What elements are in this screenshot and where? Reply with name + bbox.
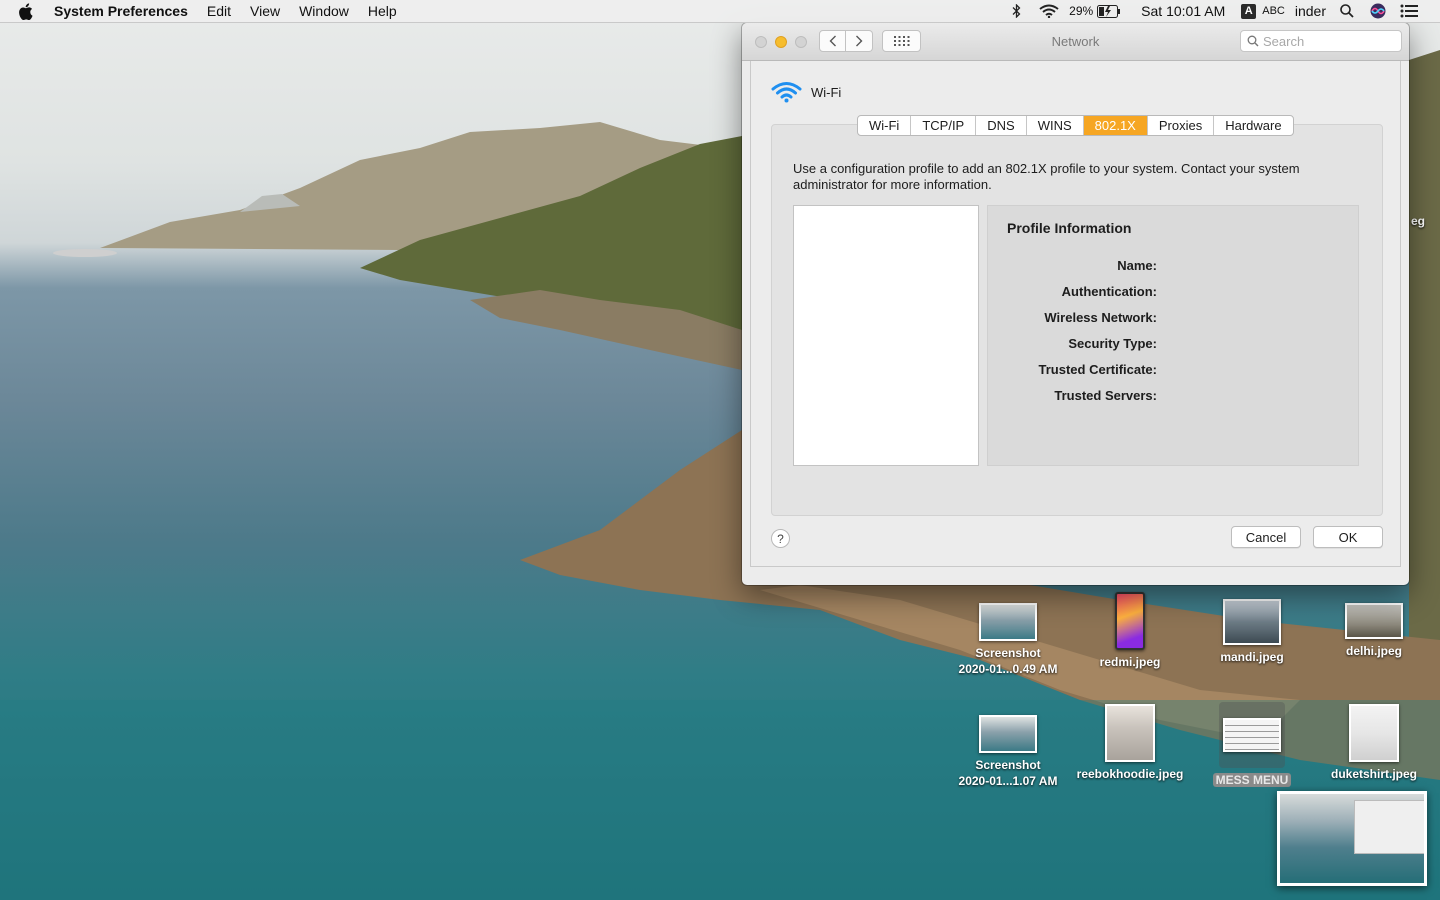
notification-center-icon[interactable] [1400,4,1418,18]
icon-label: Screenshot [975,646,1041,660]
spotlight-search-icon[interactable] [1340,4,1354,18]
icon-label: mandi.jpeg [1220,650,1284,664]
icon-label: delhi.jpeg [1345,644,1402,658]
wifi-icon[interactable] [1039,4,1059,18]
icon-label: MESS MENU [1212,773,1292,787]
menu-help[interactable]: Help [368,3,397,19]
help-button[interactable]: ? [771,529,790,548]
bluetooth-icon[interactable] [1012,4,1021,18]
clock[interactable]: Sat 10:01 AM [1141,3,1225,19]
tab-dns[interactable]: DNS [976,116,1027,135]
tab-8021x[interactable]: 802.1X [1083,116,1148,135]
desktop-icon-delhi[interactable]: delhi.jpeg [1314,603,1434,659]
network-preferences-window: Network Wi-Fi Wi-Fi TCP/IP DNS WINS 802.… [742,23,1409,585]
icon-label: Screenshot [975,758,1041,772]
menu-bar-extras: 29% Sat 10:01 AM A ABC inder [1012,0,1440,22]
tab-wins[interactable]: WINS [1027,116,1084,135]
tab-wifi[interactable]: Wi-Fi [858,116,912,135]
field-security-type-label: Security Type: [1068,336,1157,351]
image-thumbnail [1115,592,1145,650]
field-name-label: Name: [1117,258,1157,273]
cancel-button[interactable]: Cancel [1231,526,1301,548]
tab-bar: Wi-Fi TCP/IP DNS WINS 802.1X Proxies Har… [857,115,1294,136]
siri-icon[interactable] [1370,3,1386,19]
image-thumbnail [1349,704,1399,762]
image-thumbnail [1223,599,1281,645]
image-thumbnail [979,715,1037,753]
field-wireless-network-label: Wireless Network: [1044,310,1157,325]
settings-sheet: Wi-Fi Wi-Fi TCP/IP DNS WINS 802.1X Proxi… [750,61,1401,567]
search-icon [1247,35,1259,47]
description-text: Use a configuration profile to add an 80… [793,161,1300,192]
field-trusted-certificate-label: Trusted Certificate: [1038,362,1157,377]
wifi-interface-icon [771,82,802,103]
battery-percent[interactable]: 29% [1069,4,1093,18]
input-source-label[interactable]: ABC [1262,5,1285,17]
image-thumbnail [1105,704,1155,762]
icon-label: reebokhoodie.jpeg [1076,767,1184,781]
image-thumbnail [1345,603,1403,639]
profile-info-title: Profile Information [1007,220,1132,236]
menu-view[interactable]: View [250,3,280,19]
field-trusted-servers-label: Trusted Servers: [1054,388,1157,403]
user-name[interactable]: inder [1295,3,1326,19]
apple-logo-icon[interactable] [18,2,36,20]
icon-label-line2: 2020-01...1.07 AM [958,774,1058,788]
profiles-list[interactable] [793,205,979,466]
desktop-icon-screenshot-2[interactable]: Screenshot 2020-01...1.07 AM [948,715,1068,789]
screenshot-preview-thumbnail[interactable] [1277,791,1427,886]
tab-tcpip[interactable]: TCP/IP [911,116,977,135]
interface-name: Wi-Fi [811,84,842,100]
profile-information-panel: Profile Information Name: Authentication… [987,205,1359,466]
menu-bar: System Preferences Edit View Window Help… [0,0,1440,23]
icon-label: duketshirt.jpeg [1330,767,1417,781]
search-field[interactable] [1240,30,1402,52]
desktop-icon-screenshot-1[interactable]: Screenshot 2020-01...0.49 AM [948,603,1068,677]
desktop-icon-partial-label: eg [1411,214,1426,228]
icon-selection-highlight [1219,702,1285,768]
tab-hardware[interactable]: Hardware [1214,116,1292,135]
interface-header: Wi-Fi [771,81,841,103]
desktop-icon-reebokhoodie[interactable]: reebokhoodie.jpeg [1070,704,1190,782]
desktop-icon-mandi[interactable]: mandi.jpeg [1192,599,1312,665]
desktop-icon-mess-menu[interactable]: MESS MENU [1192,702,1312,788]
field-authentication-label: Authentication: [1061,284,1157,299]
search-input[interactable] [1259,33,1393,49]
menu-edit[interactable]: Edit [207,3,231,19]
image-thumbnail [1223,718,1281,752]
icon-label: redmi.jpeg [1099,655,1161,669]
window-titlebar[interactable]: Network [742,23,1409,61]
preview-window-mini [1354,800,1424,854]
desktop-icon-redmi[interactable]: redmi.jpeg [1070,592,1190,670]
menu-window[interactable]: Window [299,3,349,19]
ok-button[interactable]: OK [1313,526,1383,548]
image-thumbnail [979,603,1037,641]
menu-app-name[interactable]: System Preferences [54,3,188,19]
icon-label-line2: 2020-01...0.49 AM [958,662,1058,676]
desktop-icon-duketshirt[interactable]: duketshirt.jpeg [1314,704,1434,782]
input-source-icon[interactable]: A [1241,3,1257,19]
tab-proxies[interactable]: Proxies [1148,116,1215,135]
battery-charging-icon[interactable] [1097,4,1121,18]
